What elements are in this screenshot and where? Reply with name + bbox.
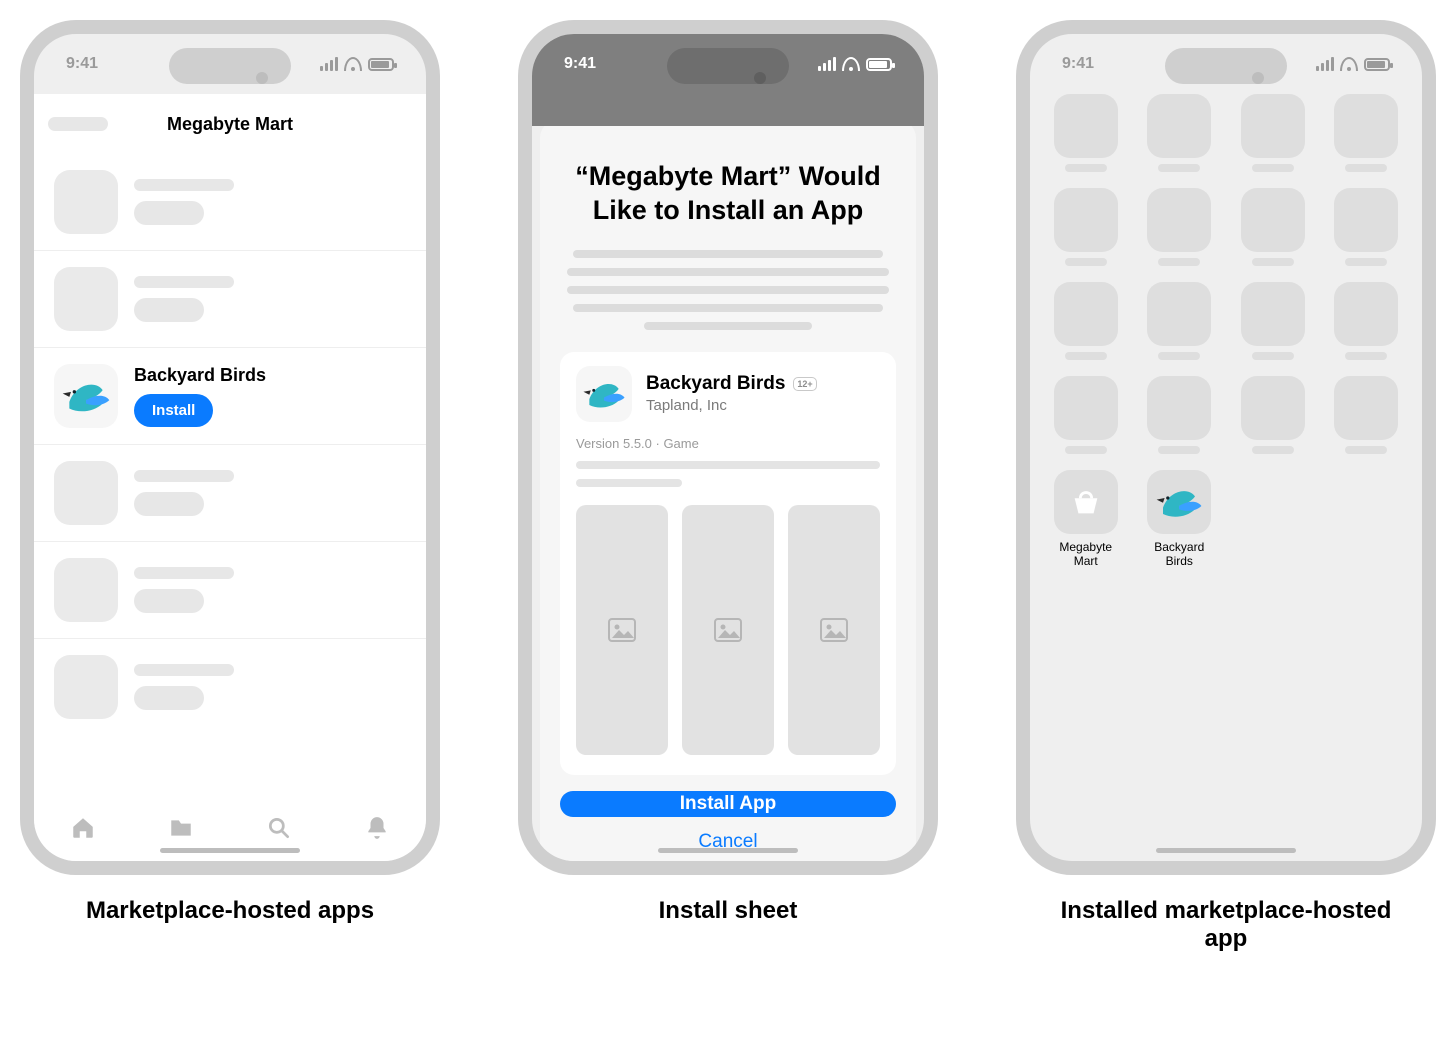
- publisher-label: Tapland, Inc: [646, 397, 817, 414]
- dynamic-island: [169, 48, 291, 84]
- wifi-icon: [842, 57, 860, 71]
- phone-home-screen: 9:41: [1016, 20, 1436, 875]
- age-rating-badge: 12+: [793, 377, 816, 391]
- cellular-icon: [818, 57, 836, 71]
- app-icon-placeholder[interactable]: [1046, 282, 1126, 360]
- cellular-icon: [320, 57, 338, 71]
- page-title: Megabyte Mart: [167, 114, 293, 135]
- list-item[interactable]: [34, 251, 426, 348]
- list-item[interactable]: [34, 154, 426, 251]
- battery-icon: [866, 58, 892, 71]
- app-name-label: Backyard Birds: [646, 373, 785, 395]
- back-button[interactable]: [48, 117, 108, 131]
- app-icon-placeholder[interactable]: [1046, 376, 1126, 454]
- list-item[interactable]: [34, 639, 426, 735]
- app-icon-placeholder[interactable]: [1327, 376, 1407, 454]
- list-item-backyard-birds[interactable]: Backyard Birds Install: [34, 348, 426, 445]
- screenshots-row[interactable]: [576, 505, 880, 755]
- app-icon-placeholder[interactable]: [1233, 282, 1313, 360]
- battery-icon: [368, 58, 394, 71]
- app-card: Backyard Birds 12+ Tapland, Inc Version …: [560, 352, 896, 775]
- app-icon-placeholder: [54, 655, 118, 719]
- phone-marketplace: 9:41 Megabyte Mart: [20, 20, 440, 875]
- screenshot-placeholder[interactable]: [682, 505, 774, 755]
- app-icon-placeholder: [54, 170, 118, 234]
- status-time: 9:41: [1062, 55, 1094, 73]
- app-list[interactable]: Backyard Birds Install: [34, 154, 426, 795]
- app-icon-placeholder[interactable]: [1046, 188, 1126, 266]
- app-icon-placeholder[interactable]: [1327, 188, 1407, 266]
- app-icon-placeholder: [54, 461, 118, 525]
- home-indicator[interactable]: [658, 848, 798, 853]
- app-icon-placeholder[interactable]: [1233, 188, 1313, 266]
- app-icon-placeholder[interactable]: [1140, 94, 1220, 172]
- wifi-icon: [1340, 57, 1358, 71]
- version-meta: Version 5.5.0 · Game: [576, 436, 880, 451]
- hummingbird-icon: [54, 364, 118, 428]
- app-label: Megabyte Mart: [1059, 540, 1112, 569]
- app-icon-placeholder[interactable]: [1327, 94, 1407, 172]
- app-label: Backyard Birds: [1154, 540, 1204, 569]
- app-icon-placeholder[interactable]: [1140, 188, 1220, 266]
- basket-icon: [1054, 470, 1118, 534]
- screenshot-placeholder[interactable]: [788, 505, 880, 755]
- app-icon-placeholder: [54, 267, 118, 331]
- home-screen[interactable]: Megabyte Mart Backyard Birds: [1046, 94, 1406, 835]
- cellular-icon: [1316, 57, 1334, 71]
- app-icon-placeholder: [54, 558, 118, 622]
- app-icon-placeholder[interactable]: [1327, 282, 1407, 360]
- dynamic-island: [1165, 48, 1287, 84]
- hummingbird-icon: [1147, 470, 1211, 534]
- caption-2: Install sheet: [659, 897, 798, 925]
- status-time: 9:41: [66, 55, 98, 73]
- description-placeholder: [560, 250, 896, 330]
- app-megabyte-mart[interactable]: Megabyte Mart: [1046, 470, 1126, 569]
- home-icon[interactable]: [70, 815, 96, 841]
- hummingbird-icon: [576, 366, 632, 422]
- caption-1: Marketplace-hosted apps: [86, 897, 374, 925]
- status-time: 9:41: [564, 55, 596, 73]
- install-app-button[interactable]: Install App: [560, 791, 896, 818]
- app-icon-placeholder[interactable]: [1233, 376, 1313, 454]
- wifi-icon: [344, 57, 362, 71]
- app-name-label: Backyard Birds: [134, 365, 266, 386]
- caption-3: Installed marketplace-hosted app: [1036, 897, 1416, 953]
- sheet-title: “Megabyte Mart” Would Like to Install an…: [560, 160, 896, 228]
- home-indicator[interactable]: [160, 848, 300, 853]
- install-sheet: “Megabyte Mart” Would Like to Install an…: [540, 120, 916, 861]
- battery-icon: [1364, 58, 1390, 71]
- folder-icon[interactable]: [168, 815, 194, 841]
- list-item[interactable]: [34, 542, 426, 639]
- screenshot-placeholder[interactable]: [576, 505, 668, 755]
- search-icon[interactable]: [266, 815, 292, 841]
- app-icon-placeholder[interactable]: [1140, 282, 1220, 360]
- app-icon-placeholder[interactable]: [1233, 94, 1313, 172]
- nav-bar: Megabyte Mart: [34, 94, 426, 154]
- app-icon-placeholder[interactable]: [1140, 376, 1220, 454]
- app-backyard-birds[interactable]: Backyard Birds: [1140, 470, 1220, 569]
- list-item[interactable]: [34, 445, 426, 542]
- app-icon-placeholder[interactable]: [1046, 94, 1126, 172]
- dynamic-island: [667, 48, 789, 84]
- phone-install-sheet: 9:41 “Megabyte Mart” Would Like to Insta…: [518, 20, 938, 875]
- bell-icon[interactable]: [364, 815, 390, 841]
- install-button[interactable]: Install: [134, 394, 213, 427]
- home-indicator[interactable]: [1156, 848, 1296, 853]
